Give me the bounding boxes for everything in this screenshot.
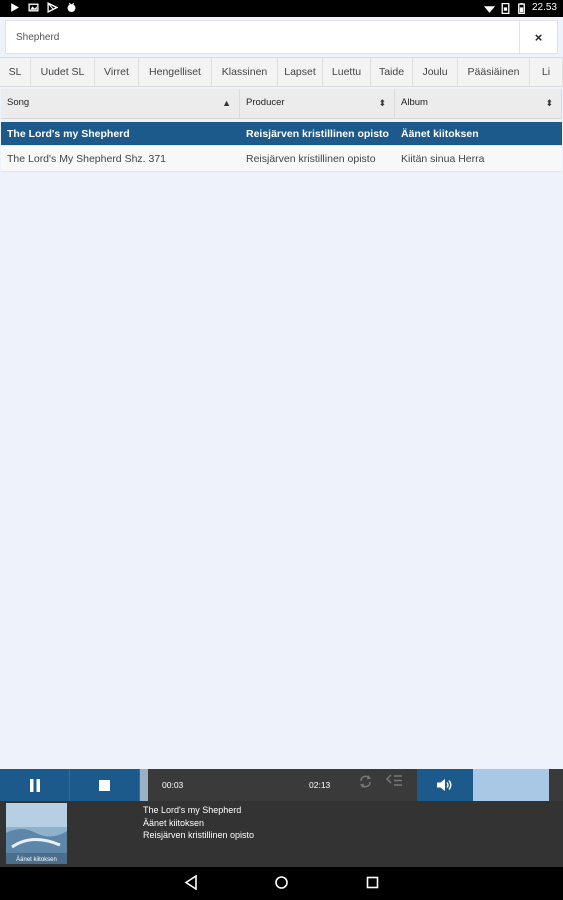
producer-cell: Reisjärven kristillinen opisto bbox=[246, 127, 389, 140]
clock: 22.53 bbox=[531, 2, 557, 13]
results-table: Song ▲ Producer ⬍ Album ⬍ The Lord's my … bbox=[1, 89, 562, 172]
android-icon bbox=[67, 2, 76, 13]
player-controls: 00:03 02:13 bbox=[0, 769, 563, 801]
clear-search-button[interactable]: × bbox=[519, 21, 557, 53]
status-bar: 22.53 bbox=[0, 0, 563, 17]
tab-joulu[interactable]: Joulu bbox=[413, 58, 458, 86]
song-cell: The Lord's my Shepherd bbox=[7, 127, 130, 140]
producer-cell: Reisjärven kristillinen opisto bbox=[246, 152, 376, 165]
song-column-header[interactable]: Song ▲ bbox=[1, 89, 240, 119]
volume-slider-track[interactable] bbox=[549, 769, 563, 801]
battery-icon bbox=[518, 2, 525, 14]
table-row[interactable]: The Lord's my Shepherd Reisjärven kristi… bbox=[1, 122, 562, 146]
album-header-label: Album bbox=[401, 97, 428, 108]
navigation-bar bbox=[0, 867, 563, 900]
now-playing-title: The Lord's my Shepherd bbox=[143, 805, 242, 815]
album-cell: Kiitän sinua Herra bbox=[401, 152, 485, 165]
volume-icon bbox=[437, 779, 452, 791]
repeat-icon[interactable] bbox=[358, 774, 373, 789]
sort-icon: ⬍ bbox=[545, 98, 553, 108]
now-playing-panel: Äänet kiitoksen The Lord's my Shepherd Ä… bbox=[0, 801, 563, 867]
shuffle-icon[interactable] bbox=[386, 773, 403, 788]
volume-slider[interactable] bbox=[473, 769, 549, 801]
category-tabs: SL Uudet SL Virret Hengelliset Klassinen… bbox=[0, 57, 563, 87]
cover-caption: Äänet kiitoksen bbox=[16, 856, 57, 863]
tab-uudet-sl[interactable]: Uudet SL bbox=[31, 58, 95, 86]
pause-icon bbox=[29, 778, 40, 792]
elapsed-time: 00:03 bbox=[162, 780, 184, 790]
tab-lapset[interactable]: Lapset bbox=[278, 58, 323, 86]
home-icon[interactable] bbox=[274, 875, 289, 890]
producer-header-label: Producer bbox=[246, 97, 285, 108]
sim-icon bbox=[501, 2, 510, 14]
sort-icon: ⬍ bbox=[378, 98, 386, 108]
search-input[interactable] bbox=[6, 21, 521, 53]
table-header: Song ▲ Producer ⬍ Album ⬍ bbox=[1, 89, 562, 119]
seek-progress bbox=[140, 769, 149, 801]
now-playing-producer: Reisjärven kristillinen opisto bbox=[143, 830, 255, 840]
tab-virret[interactable]: Virret bbox=[95, 58, 139, 86]
wifi-icon bbox=[483, 5, 495, 13]
pause-button[interactable] bbox=[0, 769, 70, 801]
seek-bar[interactable]: 00:03 02:13 bbox=[140, 769, 417, 801]
tab-sl[interactable]: SL bbox=[0, 58, 31, 86]
album-column-header[interactable]: Album ⬍ bbox=[395, 89, 562, 119]
close-icon: × bbox=[534, 29, 543, 45]
search-bar: × bbox=[5, 20, 558, 54]
album-cover-image[interactable]: Äänet kiitoksen bbox=[6, 803, 67, 864]
image-icon bbox=[28, 3, 39, 12]
song-header-label: Song bbox=[7, 97, 30, 108]
song-cell: The Lord's My Shepherd Shz. 371 bbox=[7, 152, 167, 165]
recent-apps-icon[interactable] bbox=[365, 875, 380, 890]
tab-hengelliset[interactable]: Hengelliset bbox=[139, 58, 212, 86]
now-playing-album: Äänet kiitoksen bbox=[143, 817, 205, 828]
duration-time: 02:13 bbox=[309, 780, 331, 790]
album-cell: Äänet kiitoksen bbox=[401, 127, 479, 140]
table-row[interactable]: The Lord's My Shepherd Shz. 371 Reisjärv… bbox=[1, 146, 562, 172]
now-playing-info: The Lord's my Shepherd Äänet kiitoksen R… bbox=[143, 804, 254, 842]
tab-paasiainen[interactable]: Pääsiäinen bbox=[458, 58, 530, 86]
volume-button[interactable] bbox=[417, 769, 473, 801]
producer-column-header[interactable]: Producer ⬍ bbox=[240, 89, 395, 119]
back-icon[interactable] bbox=[184, 875, 199, 890]
stop-icon bbox=[99, 779, 110, 791]
tab-luettu[interactable]: Luettu bbox=[323, 58, 371, 86]
tab-taide[interactable]: Taide bbox=[371, 58, 413, 86]
tab-klassinen[interactable]: Klassinen bbox=[212, 58, 278, 86]
play-icon bbox=[11, 3, 19, 12]
sort-ascending-icon: ▲ bbox=[222, 98, 231, 108]
tab-li[interactable]: Li bbox=[530, 58, 563, 86]
play-store-icon bbox=[47, 2, 58, 13]
stop-button[interactable] bbox=[70, 769, 140, 801]
